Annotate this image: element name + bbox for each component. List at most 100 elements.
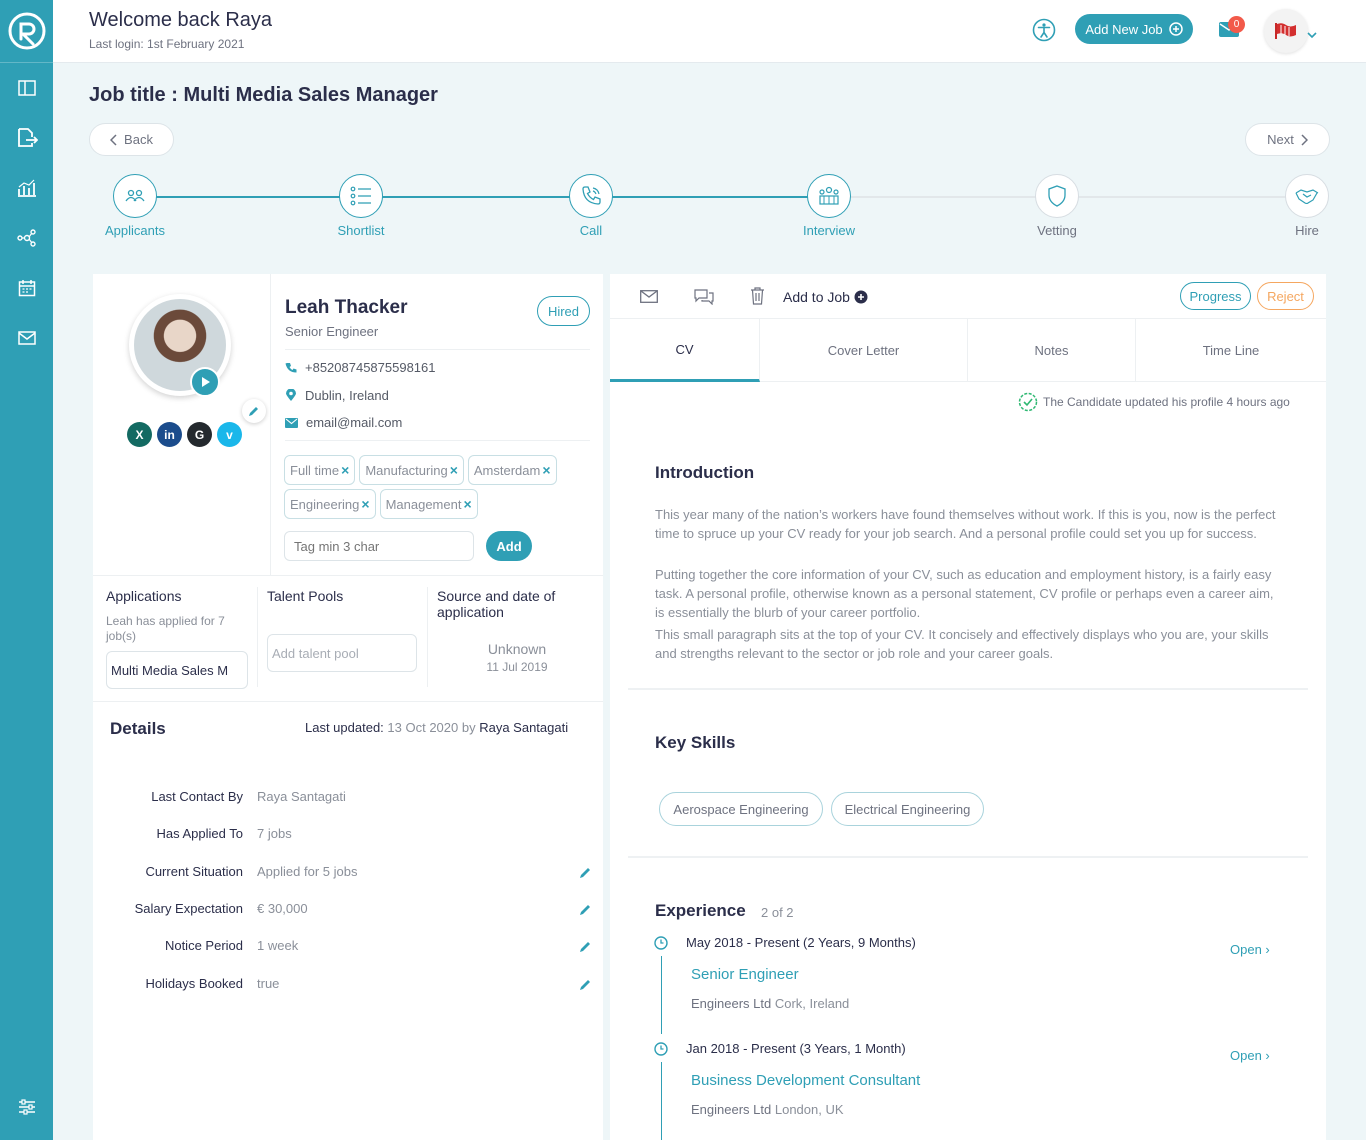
- experience-job-title[interactable]: Business Development Consultant: [691, 1072, 920, 1089]
- back-label: Back: [124, 132, 153, 147]
- sidebar-item-dashboard[interactable]: [0, 63, 53, 113]
- user-menu-chevron-icon[interactable]: [1307, 26, 1317, 44]
- top-bar: Welcome back Raya Last login: 1st Februa…: [53, 0, 1366, 63]
- tab-cv[interactable]: CV: [610, 319, 760, 382]
- list-icon: [350, 186, 371, 206]
- next-button[interactable]: Next: [1245, 123, 1330, 156]
- edit-pencil-icon[interactable]: [579, 903, 592, 916]
- candidate-tags: Full time × Manufacturing × Amsterdam × Eng…: [284, 455, 584, 519]
- handshake-icon: [1295, 189, 1319, 204]
- open-experience-link[interactable]: Open ›: [1230, 942, 1270, 957]
- step-label: Hire: [1295, 223, 1319, 238]
- add-new-job-label: Add New Job: [1085, 21, 1163, 37]
- vimeo-icon[interactable]: v: [217, 422, 242, 447]
- remove-tag-icon[interactable]: ×: [361, 496, 369, 512]
- detail-row: Last Contact By Raya Santagati: [151, 789, 346, 804]
- detail-row: Notice Period 1 week: [93, 938, 603, 958]
- cv-tabs: CV Cover Letter Notes Time Line: [610, 319, 1326, 382]
- remove-tag-icon[interactable]: ×: [542, 462, 550, 478]
- experience-count: 2 of 2: [761, 905, 794, 920]
- add-tag-button[interactable]: Add: [486, 531, 532, 561]
- talent-pools-title: Talent Pools: [267, 588, 344, 604]
- edit-pencil-icon[interactable]: [579, 866, 592, 879]
- talent-pool-input[interactable]: Add talent pool: [267, 634, 417, 672]
- user-avatar[interactable]: [1264, 9, 1308, 53]
- intro-paragraph: This small paragraph sits at the top of …: [655, 627, 1269, 661]
- experience-company: Engineers Ltd London, UK: [691, 1102, 844, 1117]
- remove-tag-icon[interactable]: ×: [463, 496, 471, 512]
- sidebar-item-jobs[interactable]: [0, 113, 53, 163]
- step-shortlist[interactable]: Shortlist: [321, 174, 401, 238]
- candidate-phone[interactable]: +85208745875598161: [285, 360, 436, 375]
- remove-tag-icon[interactable]: ×: [450, 462, 458, 478]
- calendar-icon: [18, 280, 35, 297]
- xing-icon[interactable]: X: [127, 422, 152, 447]
- pencil-icon: [249, 407, 258, 416]
- last-updated: Last updated: 13 Oct 2020 by Raya Santag…: [305, 720, 569, 735]
- candidate-email[interactable]: email@mail.com: [285, 415, 402, 430]
- experience-dates: May 2018 - Present (2 Years, 9 Months): [686, 935, 916, 950]
- source-date: 11 Jul 2019: [486, 660, 548, 674]
- notification-count-badge: 0: [1228, 16, 1245, 33]
- document-export-icon: [17, 128, 38, 147]
- tab-cover-letter[interactable]: Cover Letter: [760, 319, 968, 382]
- tag: Full time ×: [284, 455, 356, 485]
- chat-icon[interactable]: [693, 288, 715, 305]
- add-new-job-button[interactable]: Add New Job: [1075, 14, 1193, 44]
- detail-row: Has Applied To 7 jobs: [156, 826, 292, 841]
- step-label: Vetting: [1037, 223, 1077, 238]
- tag-input[interactable]: [284, 531, 474, 561]
- step-label: Shortlist: [337, 223, 385, 238]
- reject-button[interactable]: Reject: [1257, 282, 1314, 310]
- github-icon[interactable]: G: [187, 422, 212, 447]
- action-bar: Add to Job Progress Reject: [610, 274, 1326, 319]
- step-applicants[interactable]: Applicants: [95, 174, 175, 238]
- tag: Amsterdam ×: [467, 455, 557, 485]
- phone-icon: [582, 186, 601, 205]
- progress-button[interactable]: Progress: [1180, 282, 1251, 310]
- phone-icon: [285, 362, 297, 372]
- tab-notes[interactable]: Notes: [968, 319, 1136, 382]
- introduction-title: Introduction: [655, 463, 755, 482]
- remove-tag-icon[interactable]: ×: [341, 462, 349, 478]
- social-links: X in G v: [127, 422, 242, 447]
- intro-paragraph: Putting together the core information of…: [655, 567, 1274, 620]
- step-call[interactable]: Call: [551, 174, 631, 238]
- experience-title: Experience: [655, 901, 746, 920]
- tab-time-line[interactable]: Time Line: [1136, 319, 1326, 382]
- trash-icon[interactable]: [750, 287, 765, 305]
- applications-select[interactable]: Multi Media Sales M: [106, 651, 248, 689]
- email-icon[interactable]: [640, 290, 658, 303]
- source-title: Source and date of application: [437, 588, 556, 620]
- intro-paragraph: This year many of the nation’s workers h…: [655, 507, 1276, 541]
- step-label: Call: [579, 223, 603, 238]
- accessibility-button[interactable]: [1032, 18, 1056, 47]
- clock-icon: [654, 936, 668, 950]
- candidate-name: Leah Thacker: [285, 297, 408, 318]
- play-video-button[interactable]: [190, 367, 220, 397]
- plus-circle-icon: [1168, 22, 1183, 36]
- sidebar-item-settings[interactable]: [0, 1099, 53, 1115]
- step-vetting[interactable]: Vetting: [1017, 174, 1097, 238]
- app-logo[interactable]: [0, 0, 53, 63]
- sidebar-item-calendar[interactable]: [0, 263, 53, 313]
- detail-row: Current Situation Applied for 5 jobs: [93, 864, 603, 884]
- open-experience-link[interactable]: Open ›: [1230, 1048, 1270, 1063]
- add-to-job-button[interactable]: Add to Job: [783, 289, 868, 305]
- sliders-icon: [18, 1099, 35, 1115]
- chevron-left-icon: [110, 133, 117, 146]
- linkedin-icon[interactable]: in: [157, 422, 182, 447]
- back-button[interactable]: Back: [89, 123, 174, 156]
- candidate-role: Senior Engineer: [285, 324, 379, 339]
- applications-subtitle: Leah has applied for 7 job(s): [106, 614, 225, 643]
- edit-photo-button[interactable]: [242, 399, 266, 423]
- experience-job-title[interactable]: Senior Engineer: [691, 966, 799, 983]
- page-title: Job title : Multi Media Sales Manager: [89, 84, 438, 106]
- sidebar-item-messages[interactable]: [0, 313, 53, 363]
- edit-pencil-icon[interactable]: [579, 940, 592, 953]
- tag: Manufacturing ×: [359, 455, 464, 485]
- step-interview[interactable]: Interview: [789, 174, 869, 238]
- edit-pencil-icon[interactable]: [579, 978, 592, 991]
- step-hire[interactable]: Hire: [1267, 174, 1347, 238]
- flag-icon: [1275, 23, 1296, 39]
